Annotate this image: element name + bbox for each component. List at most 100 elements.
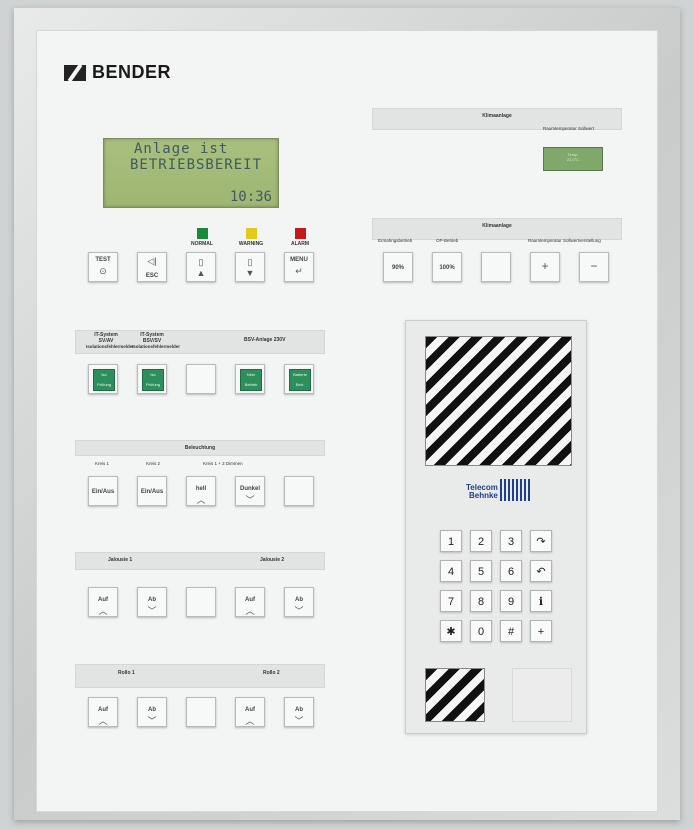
g1b: Prüfung — [96, 382, 111, 387]
bright-icon: ︿ — [196, 495, 206, 505]
up-icon: ︿ — [98, 716, 108, 726]
g4a: Batterie — [293, 372, 307, 377]
shutter-1-down-button[interactable]: Ab ﹀ — [137, 697, 167, 727]
blank-key[interactable] — [186, 697, 216, 727]
up-icon: ︿ — [245, 716, 255, 726]
shutter-1-label: Rollo 1 — [118, 670, 135, 676]
battery-text: Batterie Betr. — [289, 369, 311, 391]
plus-icon: + — [541, 259, 549, 273]
it2-c: Isolationsfehlermelder — [132, 344, 181, 349]
keypad-key[interactable]: ↶ — [530, 560, 552, 582]
keypad-key[interactable]: # — [500, 620, 522, 642]
arrow-down-icon: ▼ — [245, 268, 255, 278]
circuit-2-label: Kreis 2 — [146, 461, 161, 466]
blinds-1-up-button[interactable]: Auf ︿ — [88, 587, 118, 617]
brand-name: BENDER — [92, 62, 172, 82]
iso-test-button-1[interactable]: Iso Prüfung — [88, 364, 118, 394]
battery-operation-button[interactable]: Batterie Betr. — [284, 364, 314, 394]
keypad-key[interactable]: + — [530, 620, 552, 642]
alarm-led — [295, 228, 306, 239]
microphone-grille — [425, 668, 485, 722]
intercom-keypad: 1 2 3 ↷ 4 5 6 ↶ 7 8 9 ℹ ✱ 0 # + — [440, 530, 560, 645]
shutter-2-up-button[interactable]: Auf ︿ — [235, 697, 265, 727]
down-icon: ﹀ — [294, 606, 304, 616]
keypad-key[interactable]: ✱ — [440, 620, 462, 642]
dim-bright-button[interactable]: hell ︿ — [186, 476, 216, 506]
j2-up-text: Auf — [245, 597, 255, 603]
bender-logo: BENDER — [64, 62, 171, 83]
blinds-2-up-button[interactable]: Auf ︿ — [235, 587, 265, 617]
mains-text: Netz Betrieb — [240, 369, 262, 391]
room-temp-setpoint-label: Raumtemperatur Sollwert — [543, 126, 595, 131]
test-button[interactable]: TEST ⊙ — [88, 252, 118, 282]
temp-up-button[interactable]: + — [530, 252, 560, 282]
it-system-1-label: IT-System SV/AV Isolationsfehlermelder — [86, 332, 134, 349]
normal-led — [197, 228, 208, 239]
g1a: Iso — [101, 372, 107, 377]
shutter-2-label: Rollo 2 — [263, 670, 280, 676]
climate-strip-2: Klimaanlage — [372, 218, 622, 240]
iso-test-button-2[interactable]: Iso Prüfung — [137, 364, 167, 394]
blinds-2-down-button[interactable]: Ab ﹀ — [284, 587, 314, 617]
j1-up-text: Auf — [98, 597, 108, 603]
esc-button[interactable]: ◁| ESC — [137, 252, 167, 282]
blank-key[interactable] — [186, 587, 216, 617]
c2-text: Ein/Aus — [140, 489, 164, 495]
keypad-key[interactable]: 8 — [470, 590, 492, 612]
keypad-key[interactable]: 2 — [470, 530, 492, 552]
keypad-key[interactable]: ℹ — [530, 590, 552, 612]
blank-key[interactable] — [481, 252, 511, 282]
keypad-key[interactable]: ↷ — [530, 530, 552, 552]
down-button[interactable]: ▯ ▼ — [235, 252, 265, 282]
r1-down-text: Ab — [148, 707, 156, 713]
mains-operation-button[interactable]: Netz Betrieb — [235, 364, 265, 394]
climate-mode-2-label: OP-Betrieb — [436, 238, 459, 243]
alarm-led-label: ALARM — [290, 241, 310, 247]
keypad-key[interactable]: 9 — [500, 590, 522, 612]
shutter-2-down-button[interactable]: Ab ﹀ — [284, 697, 314, 727]
down-icon: ﹀ — [147, 716, 157, 726]
warning-led — [246, 228, 257, 239]
keypad-key[interactable]: 4 — [440, 560, 462, 582]
keypad-key[interactable]: 6 — [500, 560, 522, 582]
up-icon: ︿ — [245, 606, 255, 616]
circuit-1-label: Kreis 1 — [95, 461, 110, 466]
climate-mode-1-button[interactable]: 90% — [383, 252, 413, 282]
dim-dark-button[interactable]: Dunkel ﹀ — [235, 476, 265, 506]
lighting-title: Beleuchtung — [184, 445, 216, 451]
climate-mode-1-text: 90% — [391, 265, 404, 271]
escape-icon: ◁| — [147, 256, 157, 266]
display-time: 10:36 — [229, 189, 272, 205]
g4b: Betr. — [295, 382, 305, 387]
circuit-1-onoff-button[interactable]: Ein/Aus — [88, 476, 118, 506]
circuit-2-onoff-button[interactable]: Ein/Aus — [137, 476, 167, 506]
keypad-key[interactable]: 3 — [500, 530, 522, 552]
status-display: Anlage ist BETRIEBSBEREIT 10:36 — [103, 138, 279, 208]
keypad-key[interactable]: 0 — [470, 620, 492, 642]
enter-icon: ↵ — [295, 266, 303, 276]
temp-down-button[interactable]: − — [579, 252, 609, 282]
display-line-1: Anlage ist — [134, 141, 229, 157]
blank-key[interactable] — [186, 364, 216, 394]
dimming-label: Kreis 1 + 2 Dimmen — [203, 461, 243, 466]
r2-up-text: Auf — [245, 707, 255, 713]
blank-key[interactable] — [284, 476, 314, 506]
test-icon: ⊙ — [99, 266, 107, 276]
behnke-logo-icon — [500, 479, 532, 501]
up-button[interactable]: ▯ ▲ — [186, 252, 216, 282]
shutter-1-up-button[interactable]: Auf ︿ — [88, 697, 118, 727]
blinds-1-down-button[interactable]: Ab ﹀ — [137, 587, 167, 617]
r2-down-text: Ab — [295, 707, 303, 713]
arrow-up-icon: ▲ — [196, 268, 206, 278]
telecom-behnke-logo: Telecom Behnke — [466, 484, 498, 500]
keypad-key[interactable]: 7 — [440, 590, 462, 612]
keypad-key[interactable]: 5 — [470, 560, 492, 582]
room-temp-line-2: 22,0°C — [566, 157, 580, 162]
menu-button[interactable]: MENU ↵ — [284, 252, 314, 282]
keypad-key[interactable]: 1 — [440, 530, 462, 552]
g3a: Netz — [246, 372, 256, 377]
dark-text: Dunkel — [239, 486, 260, 492]
setpoint-adjust-label: Raumtemperatur Sollwertverstellung — [528, 238, 601, 243]
climate-mode-2-button[interactable]: 100% — [432, 252, 462, 282]
g3b: Betrieb — [244, 382, 258, 387]
